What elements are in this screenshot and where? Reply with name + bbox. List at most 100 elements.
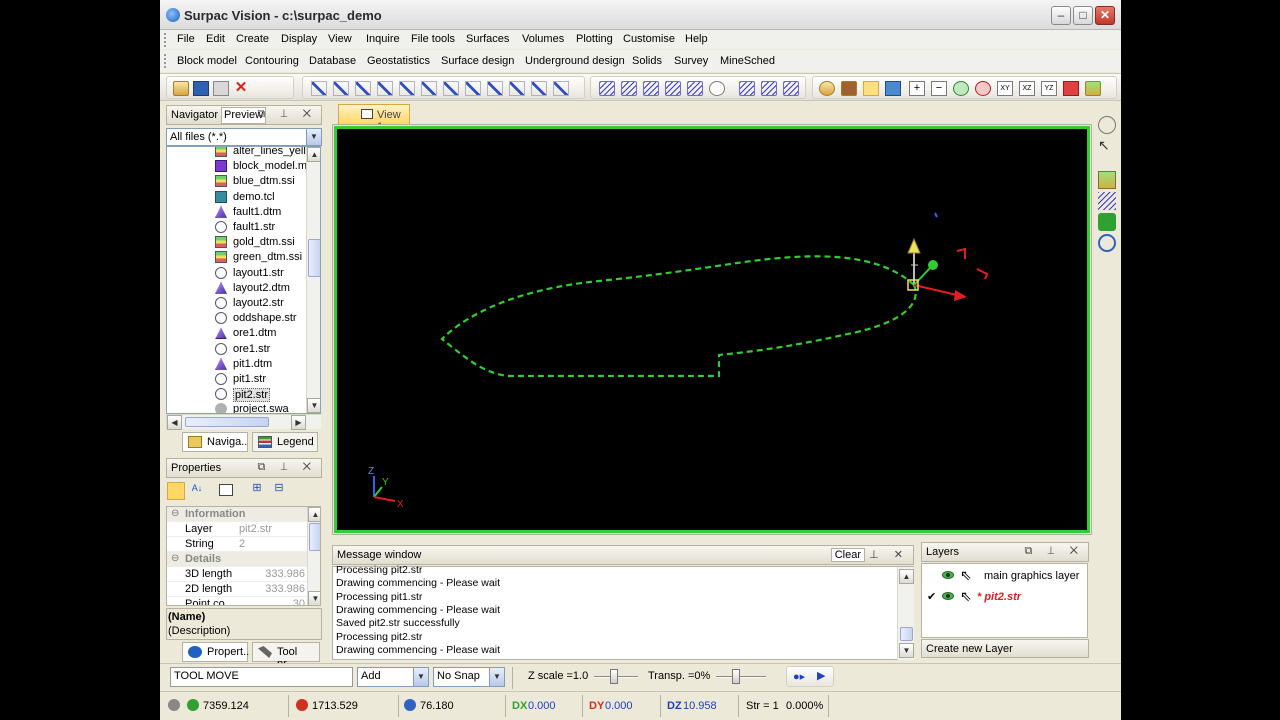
menu-edit[interactable]: Edit <box>206 33 225 45</box>
open-folder-icon[interactable] <box>173 81 189 96</box>
layer-row-main[interactable]: ⇖ main graphics layer <box>922 566 1087 586</box>
scroll-up-icon[interactable]: ▲ <box>307 147 320 162</box>
menu-file-tools[interactable]: File tools <box>411 33 455 45</box>
surface-tool-icon[interactable] <box>1098 171 1116 189</box>
draw-line-icon[interactable] <box>739 81 755 96</box>
create-layer-button[interactable]: Create new Layer <box>921 639 1089 658</box>
string-tool-icon[interactable] <box>355 81 371 96</box>
zoom-in-icon[interactable]: + <box>909 81 925 96</box>
segment-tool-icon[interactable] <box>333 81 349 96</box>
scroll-down-icon[interactable]: ▼ <box>307 398 320 413</box>
pointer-icon[interactable]: ⇖ <box>960 588 972 605</box>
move-handle-x-axis[interactable] <box>913 284 958 296</box>
message-scrollbar[interactable]: ▲ ▼ <box>897 567 914 660</box>
section-details[interactable]: ⊖ Details <box>167 552 307 567</box>
toolbar-grip[interactable] <box>164 33 167 47</box>
pane-window-controls[interactable]: ⧉ ⊥ ✕ <box>258 461 317 474</box>
minimize-button[interactable]: – <box>1051 6 1071 25</box>
magnify-icon[interactable] <box>709 81 725 96</box>
toolbar-grip[interactable] <box>164 54 167 68</box>
chevron-down-icon[interactable]: ▼ <box>413 668 428 686</box>
clear-button[interactable]: Clear <box>830 548 865 562</box>
pit2-string[interactable] <box>440 255 917 378</box>
string-number-icon[interactable] <box>531 81 547 96</box>
surface-view-icon[interactable] <box>1085 81 1101 96</box>
delete-point-icon[interactable] <box>399 81 415 96</box>
properties-scrollbar[interactable]: ▲ ▼ <box>307 507 320 605</box>
menu-survey[interactable]: Survey <box>674 55 708 67</box>
scroll-down-icon[interactable]: ▼ <box>308 591 320 605</box>
triangle-check-icon[interactable] <box>687 81 703 96</box>
menu-contouring[interactable]: Contouring <box>245 55 299 67</box>
draw-arc-icon[interactable] <box>761 81 777 96</box>
insert-point-icon[interactable] <box>443 81 459 96</box>
lightbulb-icon[interactable] <box>819 81 835 96</box>
menu-plotting[interactable]: Plotting <box>576 33 613 45</box>
zoom-all-icon[interactable] <box>975 81 991 96</box>
zoom-window-icon[interactable] <box>953 81 969 96</box>
zoom-out-icon[interactable]: − <box>931 81 947 96</box>
menu-inquire[interactable]: Inquire <box>366 33 400 45</box>
menu-solids[interactable]: Solids <box>632 55 662 67</box>
move-handle-y-knob[interactable] <box>928 260 938 270</box>
save-icon[interactable] <box>193 81 209 96</box>
menu-geostatistics[interactable]: Geostatistics <box>367 55 430 67</box>
tab-navigator-bottom[interactable]: Naviga.. <box>182 432 248 452</box>
home-view-icon[interactable] <box>841 81 857 96</box>
graphics-viewport[interactable]: Z Y X <box>334 126 1090 533</box>
menu-display[interactable]: Display <box>281 33 317 45</box>
triangle-delete-icon[interactable] <box>621 81 637 96</box>
triangle-add-icon[interactable] <box>665 81 681 96</box>
section-information[interactable]: ⊖ Information <box>167 507 307 522</box>
menu-minesched[interactable]: MineSched <box>720 55 775 67</box>
function-input[interactable]: TOOL MOVE <box>170 667 353 687</box>
property-pages-icon[interactable] <box>219 484 233 496</box>
rotate-view-icon[interactable] <box>863 81 879 96</box>
menu-underground-design[interactable]: Underground design <box>525 55 625 67</box>
hscroll-thumb[interactable] <box>185 417 269 427</box>
draw-spline-icon[interactable] <box>783 81 799 96</box>
menu-view[interactable]: View <box>328 33 352 45</box>
tab-navigator[interactable]: Navigator <box>171 109 218 121</box>
collapse-all-icon[interactable]: ⊟ <box>270 482 288 500</box>
tab-properties[interactable]: Propert.. <box>182 642 249 662</box>
menu-surfaces[interactable]: Surfaces <box>466 33 509 45</box>
pointer-icon[interactable]: ⇖ <box>960 567 972 584</box>
move-handle-x-arrow[interactable] <box>954 290 967 301</box>
tab-view-1[interactable]: View 1 <box>338 104 410 133</box>
menu-create[interactable]: Create <box>236 33 269 45</box>
menu-help[interactable]: Help <box>685 33 708 45</box>
scroll-up-icon[interactable]: ▲ <box>308 507 320 522</box>
maximize-button[interactable]: □ <box>1073 6 1093 25</box>
record-icon[interactable]: ●▸ <box>793 670 805 683</box>
categorized-icon[interactable] <box>167 482 185 500</box>
solid-tool-icon[interactable] <box>1098 213 1116 231</box>
expand-all-icon[interactable]: ⊞ <box>248 482 266 500</box>
play-icon[interactable]: ▶ <box>817 669 825 682</box>
tab-tool-properties[interactable]: Tool pr.. <box>252 642 320 670</box>
sort-alpha-icon[interactable]: A↓ <box>188 482 206 500</box>
print-icon[interactable] <box>213 81 229 96</box>
break-segment-icon[interactable] <box>465 81 481 96</box>
eye-icon[interactable] <box>942 571 954 579</box>
triangle-tool-icon[interactable] <box>599 81 615 96</box>
scroll-thumb[interactable] <box>309 523 320 551</box>
point-tool-icon[interactable] <box>311 81 327 96</box>
move-handle-y-axis[interactable] <box>913 266 932 286</box>
move-point-icon[interactable] <box>421 81 437 96</box>
orbit-icon[interactable] <box>1098 116 1116 134</box>
select-arrow-icon[interactable]: ↖ <box>1098 137 1116 155</box>
menu-database[interactable]: Database <box>309 55 356 67</box>
delete-icon[interactable]: ✕ <box>233 80 249 96</box>
view-3d-icon[interactable] <box>1063 81 1079 96</box>
view-xz-icon[interactable]: XZ <box>1019 81 1035 96</box>
pane-window-controls[interactable]: ⧉ ⊥ ✕ <box>258 108 317 121</box>
transparency-slider-track[interactable] <box>716 676 766 678</box>
layer-row-pit2[interactable]: ✔ ⇖ * pit2.str <box>922 587 1087 607</box>
move-handle-z-arrow[interactable] <box>907 237 921 254</box>
file-list-hscrollbar[interactable]: ◀ ▶ <box>166 414 321 430</box>
pane-window-controls[interactable]: ⧉ ⊥ ✕ <box>1025 545 1084 558</box>
join-segment-icon[interactable] <box>487 81 503 96</box>
tab-legend[interactable]: Legend <box>252 432 318 452</box>
reverse-segment-icon[interactable] <box>509 81 525 96</box>
